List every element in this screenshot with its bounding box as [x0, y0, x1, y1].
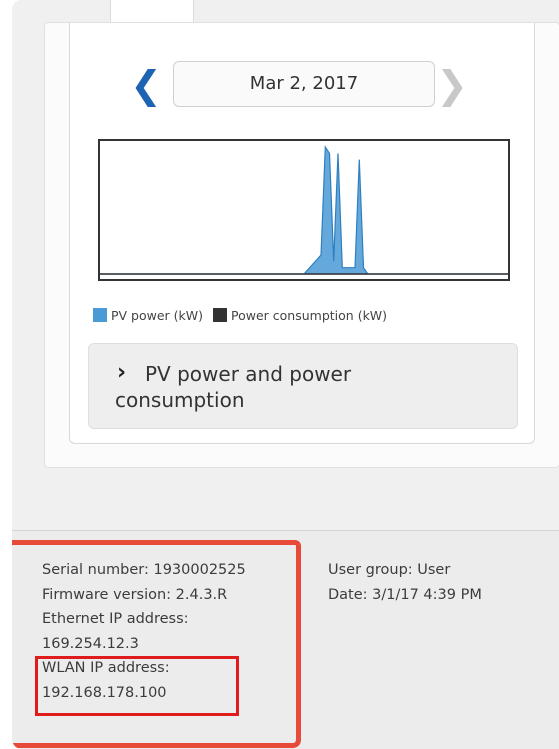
device-info-right: User group: User Date: 3/1/17 4:39 PM	[328, 558, 548, 607]
app-screen: ❮ Mar 2, 2017 ❯ PV power (kW) Power cons…	[12, 0, 559, 749]
legend-label-pv: PV power (kW)	[111, 308, 204, 323]
device-date: Date: 3/1/17 4:39 PM	[328, 586, 482, 603]
date-navigator: ❮ Mar 2, 2017 ❯	[70, 59, 534, 111]
chart-panel: ❮ Mar 2, 2017 ❯ PV power (kW) Power cons…	[44, 22, 559, 468]
legend-label-consumption: Power consumption (kW)	[231, 308, 388, 323]
pv-power-accordion[interactable]: › PV power and power consumption	[88, 343, 518, 429]
chevron-right-icon[interactable]: ❯	[436, 65, 468, 105]
wlan-ip-highlight	[35, 656, 239, 716]
chevron-left-icon[interactable]: ❮	[130, 65, 162, 105]
power-chart	[98, 139, 510, 281]
footer-divider	[12, 530, 559, 531]
legend-swatch-consumption	[213, 308, 228, 322]
date-field[interactable]: Mar 2, 2017	[173, 61, 435, 107]
chart-legend: PV power (kW) Power consumption (kW)	[93, 308, 387, 328]
top-strip	[12, 0, 559, 20]
legend-swatch-pv	[93, 308, 107, 322]
device-info-highlight	[12, 540, 301, 748]
chart-card: ❮ Mar 2, 2017 ❯ PV power (kW) Power cons…	[69, 23, 535, 444]
series-pv-power-area	[100, 145, 508, 275]
power-chart-svg	[100, 145, 508, 275]
user-group: User group: User	[328, 562, 451, 578]
accordion-title: PV power and power consumption	[115, 362, 352, 412]
